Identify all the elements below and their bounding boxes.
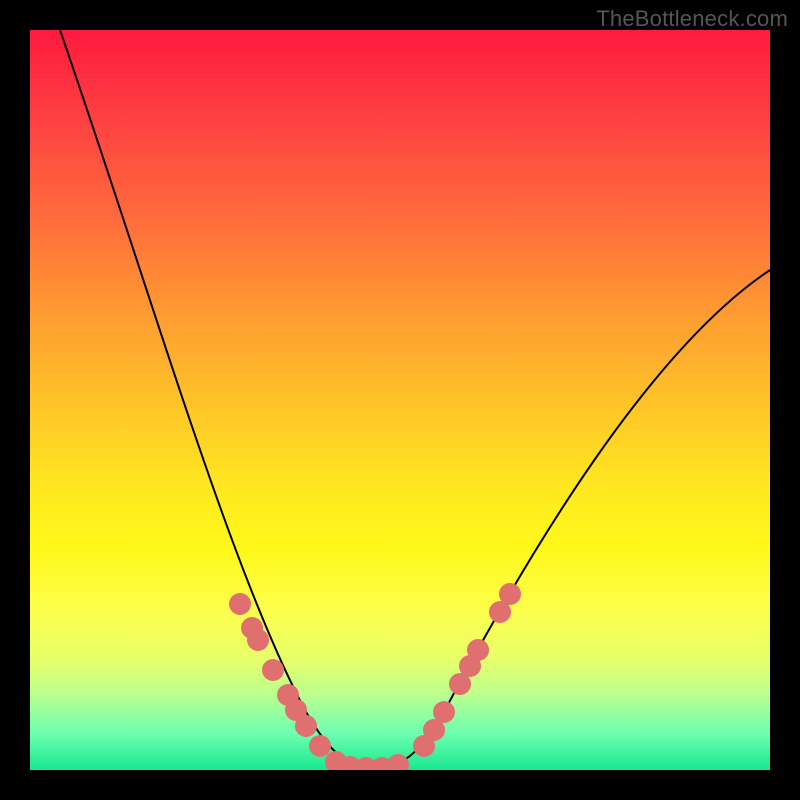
data-marker [262,659,284,681]
data-markers [229,583,521,770]
data-marker [433,701,455,723]
watermark-text: TheBottleneck.com [596,6,788,32]
data-marker [247,629,269,651]
data-marker [499,583,521,605]
data-marker [467,639,489,661]
chart-plot-area [30,30,770,770]
data-marker [229,593,251,615]
data-marker [387,754,409,770]
data-marker [295,715,317,737]
chart-svg [30,30,770,770]
data-marker [309,735,331,757]
bottleneck-curve [60,30,770,768]
